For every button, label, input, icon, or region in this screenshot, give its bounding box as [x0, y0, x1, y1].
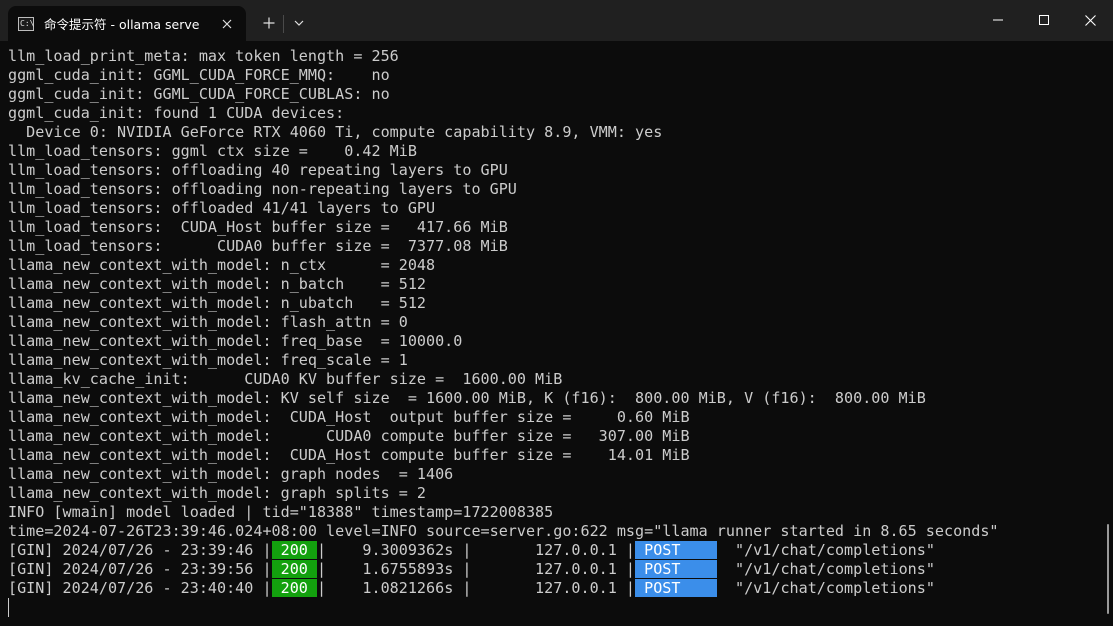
request-path: "/v1/chat/completions"	[716, 560, 935, 578]
log-line: llama_new_context_with_model: CUDA0 comp…	[8, 427, 690, 445]
log-line: ggml_cuda_init: GGML_CUDA_FORCE_MMQ: no	[8, 66, 390, 84]
vertical-scrollbar[interactable]	[1104, 41, 1113, 626]
log-line: llm_load_tensors: offloading 40 repeatin…	[8, 161, 508, 179]
log-line: llama_new_context_with_model: n_ubatch =…	[8, 294, 427, 312]
log-line: llm_load_print_meta: max token length = …	[8, 47, 399, 65]
log-line: llama_new_context_with_model: graph spli…	[8, 484, 427, 502]
log-line: llama_new_context_with_model: freq_scale…	[8, 351, 408, 369]
close-icon[interactable]	[214, 11, 240, 37]
log-line: llm_load_tensors: offloaded 41/41 layers…	[8, 199, 436, 217]
log-line: llm_load_tensors: ggml ctx size = 0.42 M…	[8, 142, 417, 160]
log-line: llama_new_context_with_model: CUDA_Host …	[8, 408, 690, 426]
http-method-badge: POST	[635, 579, 717, 597]
terminal-window: C:\ 命令提示符 - ollama serve llm_load_print_…	[0, 0, 1113, 626]
gin-request-line: [GIN] 2024/07/26 - 23:39:56 | 200 | 1.67…	[8, 560, 1104, 579]
log-line: llama_new_context_with_model: KV self si…	[8, 389, 926, 407]
tab-divider	[283, 15, 284, 33]
log-line: llama_new_context_with_model: freq_base …	[8, 332, 463, 350]
http-method-badge: POST	[635, 560, 717, 578]
gin-latency: | 9.3009362s | 127.0.0.1 |	[316, 541, 636, 559]
log-line: llama_new_context_with_model: graph node…	[8, 465, 454, 483]
log-line: llama_new_context_with_model: n_ctx = 20…	[8, 256, 436, 274]
log-line: ggml_cuda_init: found 1 CUDA devices:	[8, 104, 345, 122]
log-line: INFO [wmain] model loaded | tid="18388" …	[8, 503, 554, 521]
tab-title: 命令提示符 - ollama serve	[44, 17, 200, 32]
log-line: llama_new_context_with_model: flash_attn…	[8, 313, 408, 331]
text-cursor	[8, 598, 9, 617]
gin-prefix: [GIN] 2024/07/26 - 23:39:46 |	[8, 541, 272, 559]
gin-prefix: [GIN] 2024/07/26 - 23:40:40 |	[8, 579, 272, 597]
status-code-badge: 200	[271, 560, 317, 578]
title-bar[interactable]: C:\ 命令提示符 - ollama serve	[0, 0, 1113, 41]
gin-latency: | 1.0821266s | 127.0.0.1 |	[316, 579, 636, 597]
gin-request-line: [GIN] 2024/07/26 - 23:39:46 | 200 | 9.30…	[8, 541, 1104, 560]
log-line: llm_load_tensors: CUDA0 buffer size = 73…	[8, 237, 508, 255]
http-method-badge: POST	[635, 541, 717, 559]
minimize-icon[interactable]	[975, 0, 1021, 40]
log-line: Device 0: NVIDIA GeForce RTX 4060 Ti, co…	[8, 123, 663, 141]
request-path: "/v1/chat/completions"	[716, 541, 935, 559]
log-line: llm_load_tensors: offloading non-repeati…	[8, 180, 517, 198]
log-line: ggml_cuda_init: GGML_CUDA_FORCE_CUBLAS: …	[8, 85, 390, 103]
status-code-badge: 200	[271, 579, 317, 597]
tab-command-prompt[interactable]: C:\ 命令提示符 - ollama serve	[8, 6, 246, 41]
log-line: llama_new_context_with_model: CUDA_Host …	[8, 446, 690, 464]
maximize-icon[interactable]	[1021, 0, 1067, 40]
log-line: time=2024-07-26T23:39:46.024+08:00 level…	[8, 522, 999, 540]
plus-icon[interactable]	[255, 9, 283, 37]
log-line: llama_kv_cache_init: CUDA0 KV buffer siz…	[8, 370, 563, 388]
log-line: llama_new_context_with_model: n_batch = …	[8, 275, 427, 293]
gin-prefix: [GIN] 2024/07/26 - 23:39:56 |	[8, 560, 272, 578]
gin-request-line: [GIN] 2024/07/26 - 23:40:40 | 200 | 1.08…	[8, 579, 1104, 598]
gin-latency: | 1.6755893s | 127.0.0.1 |	[316, 560, 636, 578]
terminal-output[interactable]: llm_load_print_meta: max token length = …	[8, 47, 1104, 623]
scrollbar-thumb[interactable]	[1107, 524, 1109, 614]
request-path: "/v1/chat/completions"	[716, 579, 935, 597]
close-icon[interactable]	[1067, 0, 1113, 40]
chevron-down-icon[interactable]	[285, 9, 313, 37]
command-prompt-icon: C:\	[18, 16, 34, 31]
status-code-badge: 200	[271, 541, 317, 559]
log-line: llm_load_tensors: CUDA_Host buffer size …	[8, 218, 508, 236]
